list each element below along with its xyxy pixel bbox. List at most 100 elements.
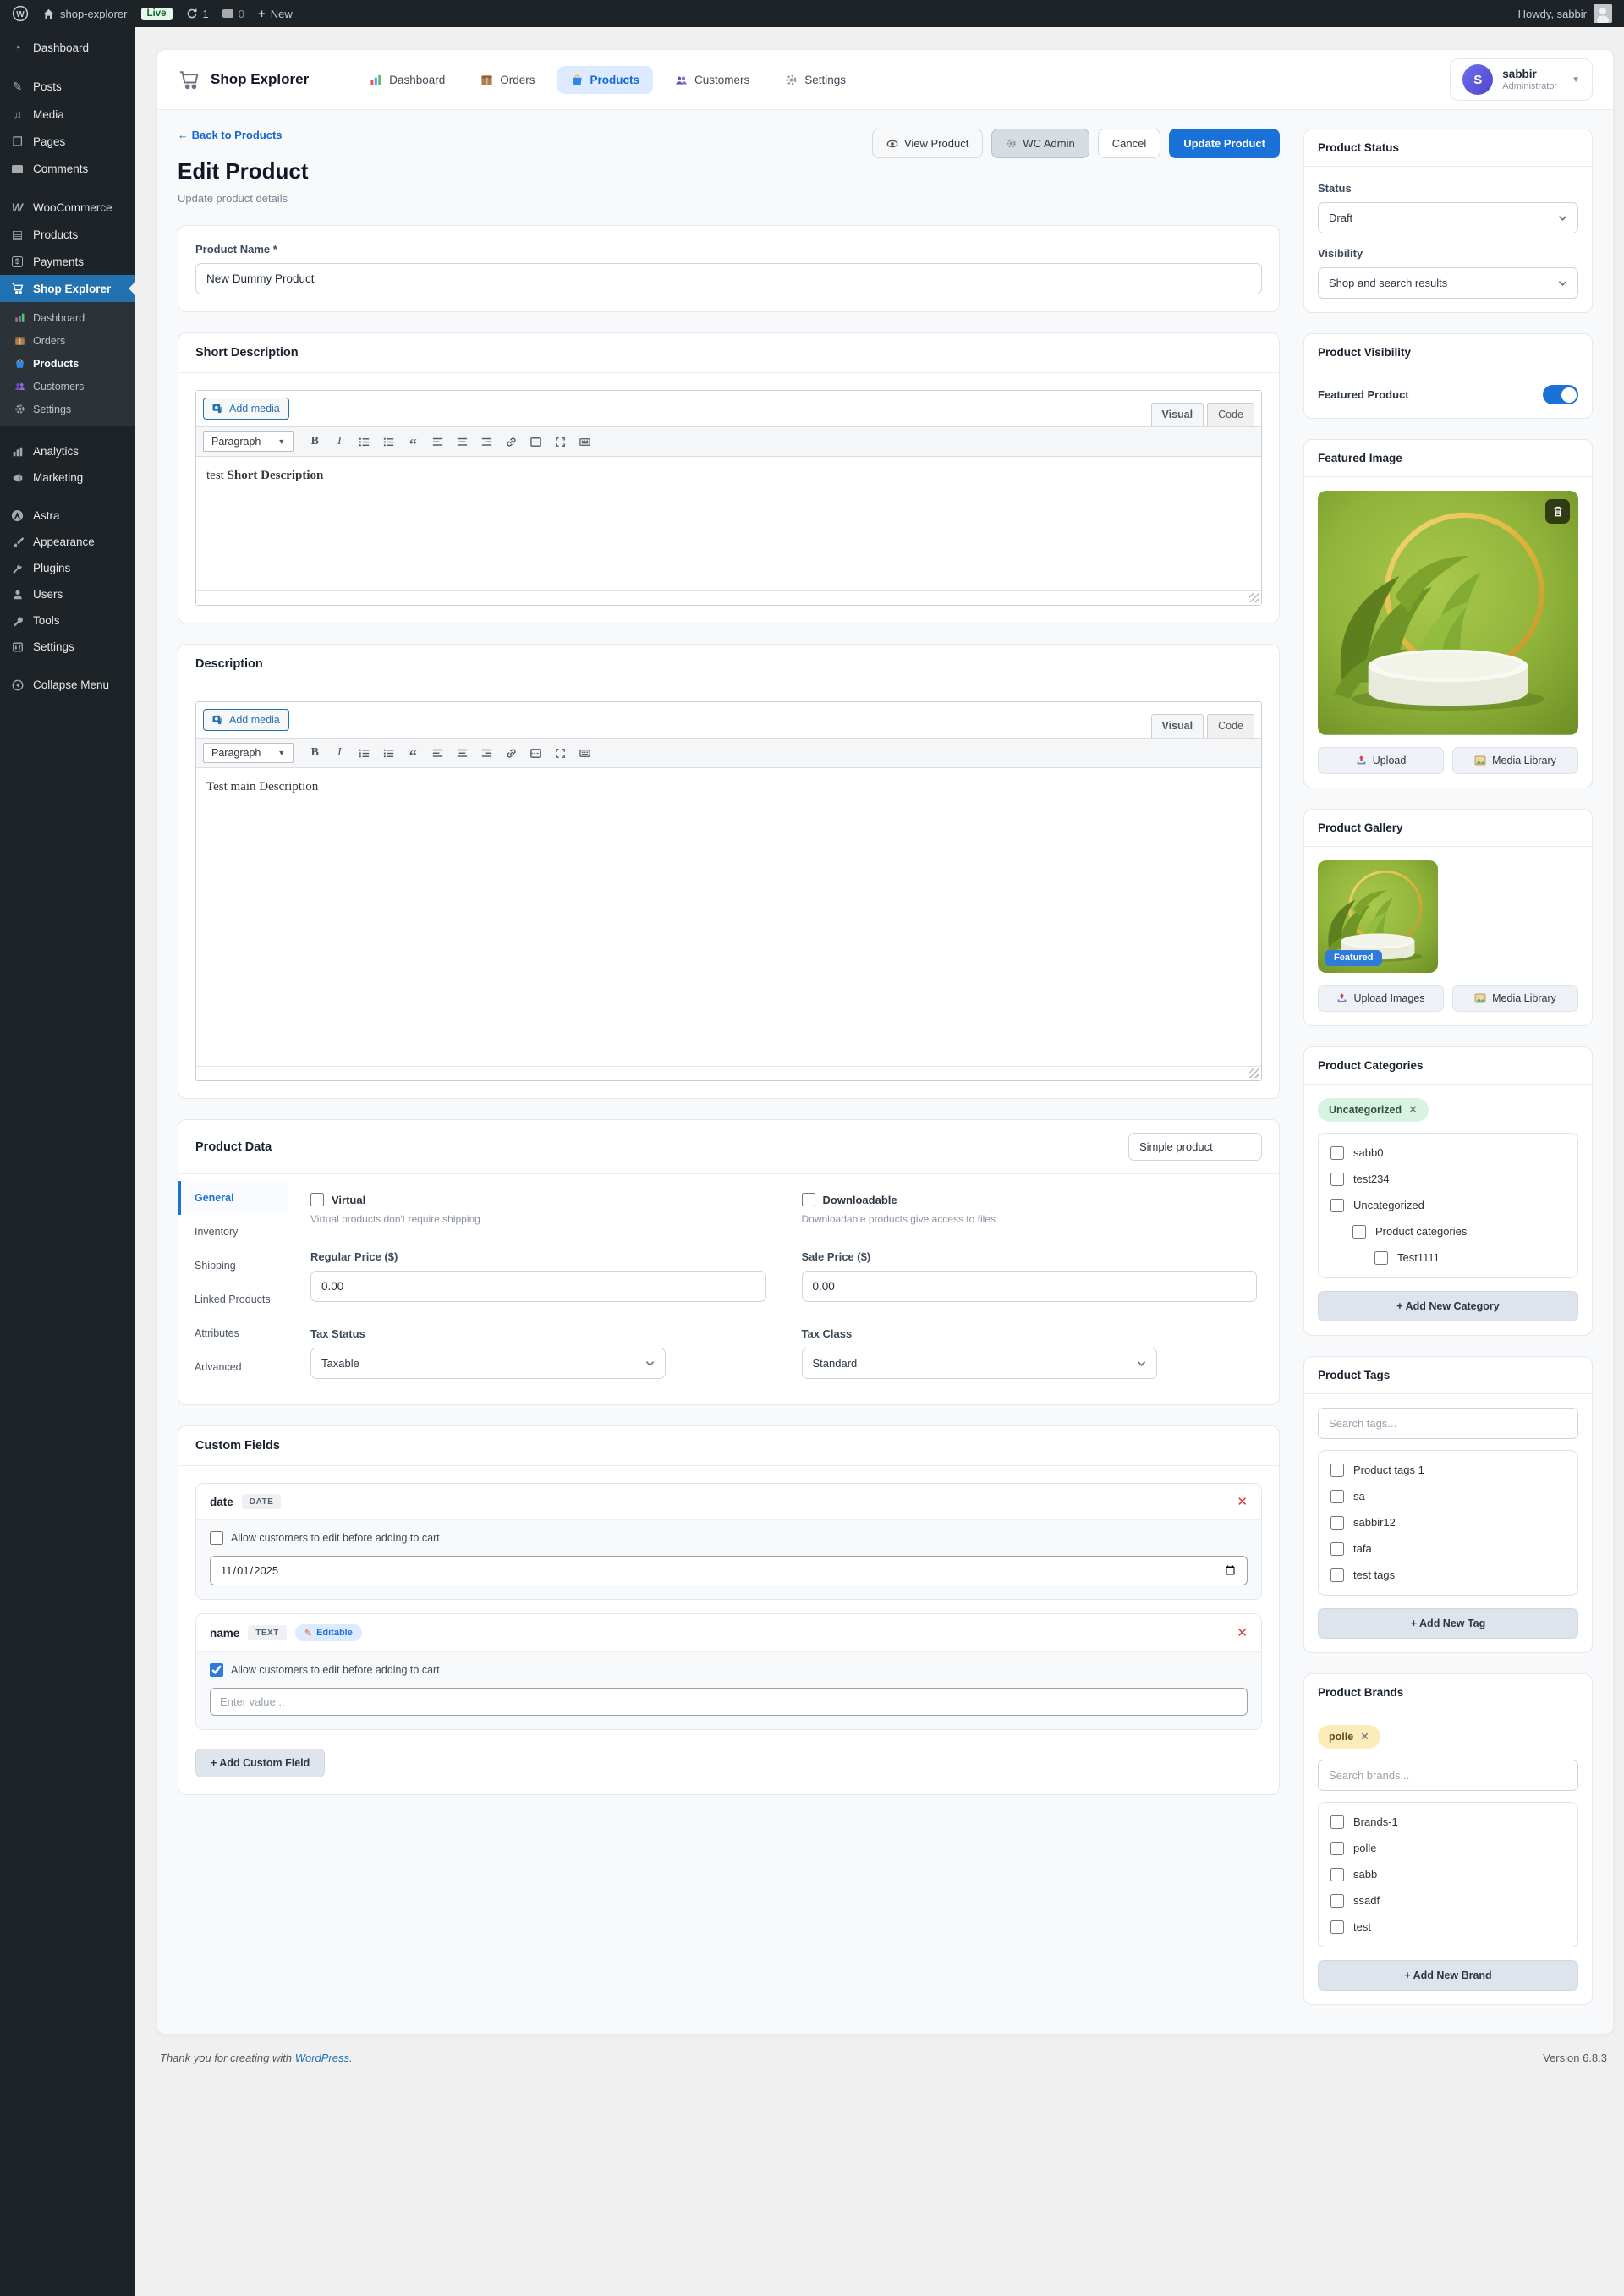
toolbar-toggle-icon[interactable] — [573, 431, 595, 452]
category-checkbox[interactable] — [1352, 1224, 1366, 1239]
fullscreen-icon[interactable] — [549, 743, 571, 763]
new-content-link[interactable]: + New — [258, 7, 293, 21]
remove-field-button[interactable]: ✕ — [1237, 1625, 1248, 1640]
category-row[interactable]: sabb0 — [1330, 1145, 1566, 1160]
remove-chip-icon[interactable]: ✕ — [1360, 1730, 1369, 1744]
code-tab[interactable]: Code — [1207, 714, 1254, 738]
media-library-button[interactable]: Media Library — [1452, 746, 1578, 774]
code-tab[interactable]: Code — [1207, 403, 1254, 426]
wc-admin-button[interactable]: WC Admin — [991, 129, 1089, 158]
align-right-icon[interactable] — [475, 743, 497, 763]
sidebar-item-settings[interactable]: Settings — [0, 634, 135, 660]
date-value-input[interactable] — [210, 1556, 1248, 1585]
add-media-button[interactable]: Add media — [203, 709, 289, 731]
brand-row[interactable]: polle — [1330, 1841, 1566, 1855]
visual-tab[interactable]: Visual — [1150, 403, 1204, 426]
sidebar-item-media[interactable]: ♫ Media — [0, 101, 135, 128]
tab-shipping[interactable]: Shipping — [178, 1249, 288, 1283]
sidebar-item-plugins[interactable]: Plugins — [0, 555, 135, 581]
allow-edit-checkbox[interactable] — [210, 1663, 223, 1677]
virtual-checkbox[interactable] — [310, 1193, 324, 1206]
tab-products[interactable]: Products — [557, 65, 654, 94]
brand-row[interactable]: Brands-1 — [1330, 1815, 1566, 1829]
submenu-item-settings[interactable]: Settings — [0, 398, 135, 420]
sidebar-item-posts[interactable]: ✎ Posts — [0, 73, 135, 101]
read-more-icon[interactable] — [524, 743, 546, 763]
regular-price-input[interactable] — [310, 1271, 766, 1302]
downloadable-checkbox[interactable] — [801, 1193, 815, 1206]
sale-price-input[interactable] — [801, 1271, 1257, 1302]
sidebar-item-astra[interactable]: Astra — [0, 503, 135, 529]
short-description-content[interactable]: test Short Description — [196, 457, 1261, 590]
tab-linked-products[interactable]: Linked Products — [178, 1283, 288, 1316]
category-row[interactable]: Test1111 — [1330, 1250, 1566, 1265]
remove-field-button[interactable]: ✕ — [1237, 1494, 1248, 1509]
submenu-item-orders[interactable]: Orders — [0, 329, 135, 352]
tag-checkbox[interactable] — [1330, 1568, 1344, 1582]
product-name-input[interactable] — [195, 263, 1262, 294]
bullet-list-icon[interactable] — [353, 743, 375, 763]
wordpress-link[interactable]: WordPress — [295, 2052, 349, 2064]
add-new-category-button[interactable]: + Add New Category — [1318, 1290, 1578, 1321]
brand-checkbox[interactable] — [1330, 1815, 1344, 1829]
brand-row[interactable]: sabb — [1330, 1867, 1566, 1881]
text-value-input[interactable] — [210, 1688, 1248, 1716]
allow-edit-row[interactable]: Allow customers to edit before adding to… — [210, 1531, 1248, 1545]
virtual-checkbox-row[interactable]: Virtual — [310, 1193, 766, 1206]
tab-customers[interactable]: Customers — [661, 66, 763, 94]
downloadable-checkbox-row[interactable]: Downloadable — [801, 1193, 1258, 1206]
bold-button[interactable]: B — [304, 743, 326, 763]
search-tags-input[interactable] — [1318, 1407, 1578, 1439]
align-center-icon[interactable] — [451, 431, 473, 452]
tab-settings[interactable]: Settings — [771, 66, 859, 94]
brand-checkbox[interactable] — [1330, 1841, 1344, 1855]
gallery-image[interactable]: Featured — [1318, 860, 1438, 973]
collapse-menu-button[interactable]: Collapse Menu — [0, 672, 135, 698]
brand-checkbox[interactable] — [1330, 1920, 1344, 1934]
media-library-button[interactable]: Media Library — [1452, 984, 1578, 1012]
sidebar-item-pages[interactable]: ❐ Pages — [0, 128, 135, 156]
category-row[interactable]: Uncategorized — [1330, 1198, 1566, 1212]
submenu-item-dashboard[interactable]: Dashboard — [0, 306, 135, 329]
sidebar-item-payments[interactable]: $ Payments — [0, 249, 135, 275]
tax-status-select[interactable]: Taxable — [310, 1348, 667, 1379]
view-product-button[interactable]: View Product — [871, 129, 984, 158]
sidebar-item-users[interactable]: Users — [0, 581, 135, 607]
comments-link[interactable]: 0 — [222, 8, 244, 20]
upload-images-button[interactable]: Upload Images — [1318, 984, 1444, 1012]
category-checkbox[interactable] — [1330, 1145, 1344, 1160]
tag-checkbox[interactable] — [1330, 1463, 1344, 1477]
sidebar-item-marketing[interactable]: Marketing — [0, 464, 135, 491]
read-more-icon[interactable] — [524, 431, 546, 452]
featured-product-toggle[interactable] — [1543, 385, 1578, 404]
sidebar-item-products[interactable]: ▤ Products — [0, 221, 135, 249]
brand-row[interactable]: ssadf — [1330, 1893, 1566, 1908]
sidebar-item-appearance[interactable]: Appearance — [0, 529, 135, 555]
toolbar-toggle-icon[interactable] — [573, 743, 595, 763]
align-left-icon[interactable] — [426, 743, 448, 763]
italic-button[interactable]: I — [328, 743, 350, 763]
allow-edit-row[interactable]: Allow customers to edit before adding to… — [210, 1663, 1248, 1677]
add-new-brand-button[interactable]: + Add New Brand — [1318, 1959, 1578, 1991]
bullet-list-icon[interactable] — [353, 431, 375, 452]
resize-handle[interactable] — [1249, 1068, 1259, 1078]
wordpress-logo-icon[interactable]: W — [12, 5, 29, 22]
resize-handle[interactable] — [1249, 593, 1259, 602]
tag-row[interactable]: Product tags 1 — [1330, 1463, 1566, 1477]
delete-image-button[interactable] — [1545, 499, 1570, 524]
bold-button[interactable]: B — [304, 431, 326, 452]
tag-checkbox[interactable] — [1330, 1489, 1344, 1503]
italic-button[interactable]: I — [328, 431, 350, 452]
allow-edit-checkbox[interactable] — [210, 1531, 223, 1545]
tab-attributes[interactable]: Attributes — [178, 1316, 288, 1350]
link-icon[interactable] — [500, 743, 522, 763]
tax-class-select[interactable]: Standard — [801, 1348, 1157, 1379]
sidebar-item-woocommerce[interactable]: W WooCommerce — [0, 194, 135, 221]
align-left-icon[interactable] — [426, 431, 448, 452]
live-badge[interactable]: Live — [140, 7, 173, 20]
tab-advanced[interactable]: Advanced — [178, 1350, 288, 1384]
paragraph-select[interactable]: Paragraph ▼ — [203, 743, 294, 763]
user-menu[interactable]: S sabbir Administrator ▼ — [1450, 58, 1593, 101]
brand-checkbox[interactable] — [1330, 1867, 1344, 1881]
fullscreen-icon[interactable] — [549, 431, 571, 452]
